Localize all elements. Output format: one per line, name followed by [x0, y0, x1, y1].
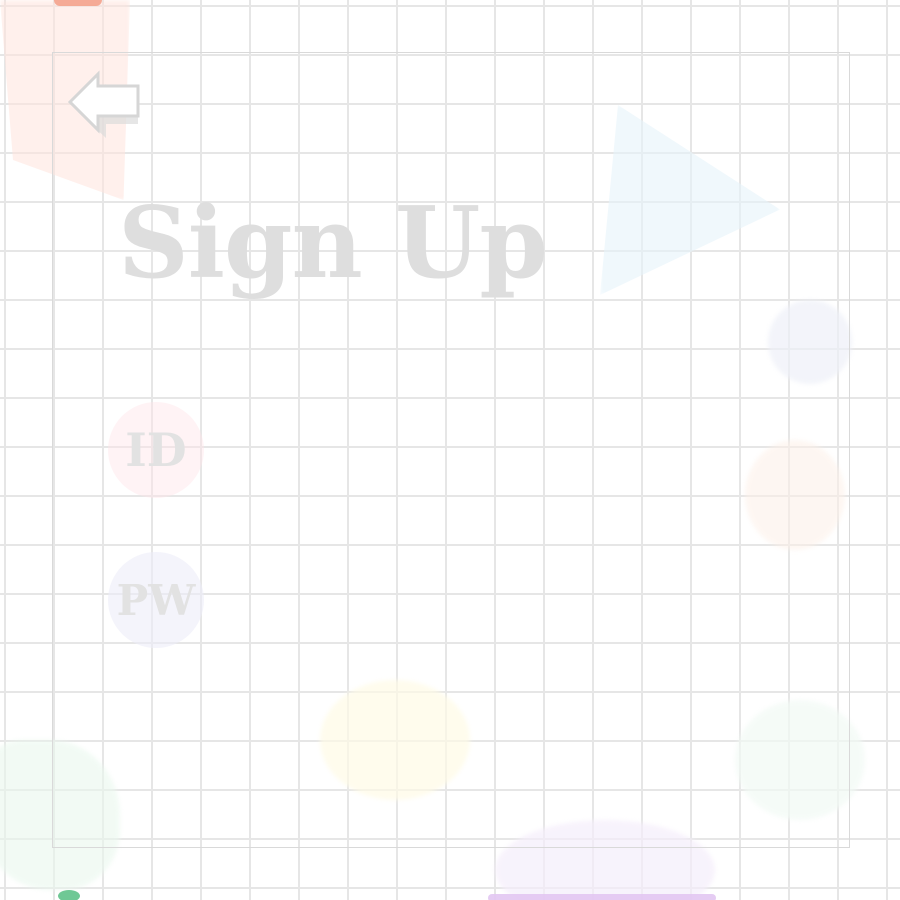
- decorative-green-dot: [58, 890, 80, 900]
- decorative-coral-strip: [54, 0, 102, 6]
- arrow-left-outline-icon: [67, 70, 140, 138]
- id-input[interactable]: [240, 402, 800, 498]
- signup-screen: Sign Up ID PW: [0, 0, 900, 900]
- page-title: Sign Up: [118, 186, 548, 301]
- password-input[interactable]: [240, 552, 800, 648]
- decorative-purple-strip: [488, 894, 716, 900]
- pw-field-label: PW: [108, 552, 204, 648]
- back-button[interactable]: [62, 64, 148, 140]
- id-field-label: ID: [108, 402, 204, 498]
